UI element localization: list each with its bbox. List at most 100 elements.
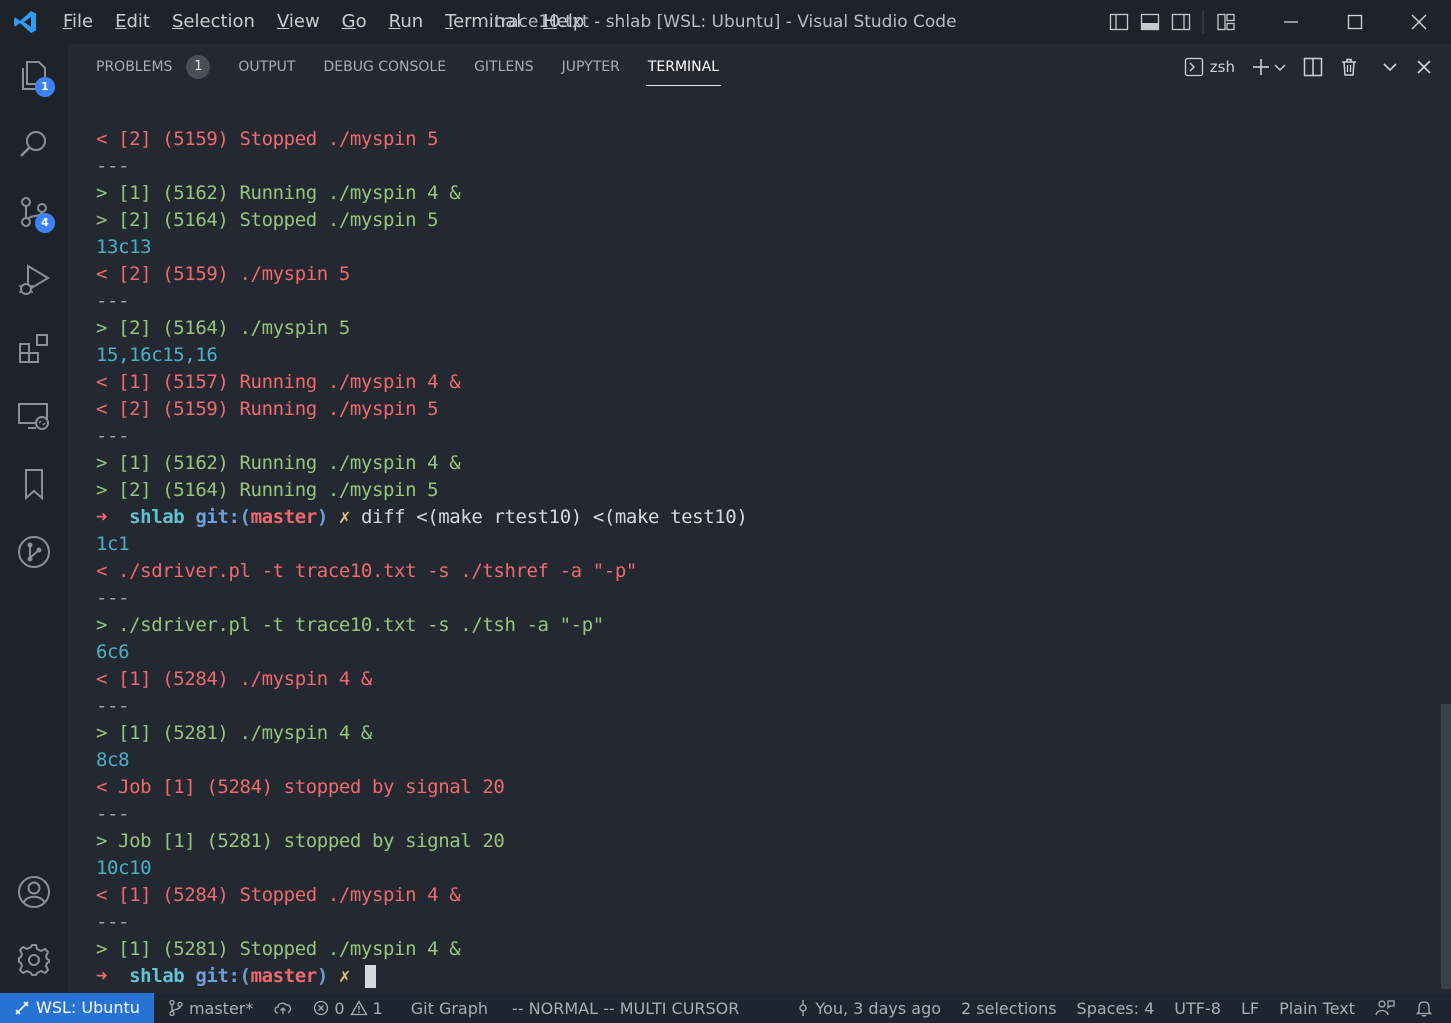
terminal-line: > [1] (5162) Running ./myspin 4 & (96, 180, 1426, 207)
terminal-line: --- (96, 693, 1426, 720)
tab-terminal[interactable]: TERMINAL (645, 44, 722, 90)
feedback-button[interactable] (1365, 999, 1405, 1017)
run-debug-icon[interactable] (0, 248, 68, 312)
customize-layout-icon[interactable] (1210, 0, 1241, 44)
blame-label: You, 3 days ago (815, 998, 942, 1018)
terminal-line-text: 1c1 (96, 533, 130, 555)
minimize-button[interactable] (1259, 0, 1323, 44)
trash-icon (1342, 58, 1356, 76)
shell-label: zsh (1209, 58, 1235, 76)
terminal-line-text: --- (96, 587, 130, 609)
indentation-indicator[interactable]: Spaces: 4 (1067, 999, 1165, 1018)
tab-debug-console[interactable]: DEBUG CONSOLE (323, 44, 446, 90)
git-graph-icon[interactable] (0, 520, 68, 584)
terminal-line: 1c1 (96, 531, 1426, 558)
terminal-line-text: 8c8 (96, 749, 130, 771)
terminal-line: --- (96, 801, 1426, 828)
tab-problems[interactable]: PROBLEMS 1 (96, 44, 211, 90)
status-bar: WSL: Ubuntu master* 0 1 Git Graph -- NOR… (0, 993, 1451, 1023)
terminal-line-text: < Job [1] (5284) stopped by signal 20 (96, 776, 505, 798)
maximize-panel-button[interactable] (1373, 44, 1407, 90)
close-icon (1417, 60, 1431, 74)
explorer-icon[interactable]: 1 (0, 44, 68, 108)
terminal-line: --- (96, 585, 1426, 612)
maximize-button[interactable] (1323, 0, 1387, 44)
language-mode[interactable]: Plain Text (1269, 999, 1365, 1018)
terminal-line: > Job [1] (5281) stopped by signal 20 (96, 828, 1426, 855)
terminal-output[interactable]: < [2] (5159) Stopped ./myspin 5 --- > [1] … (96, 126, 1426, 992)
menu-item-edit[interactable]: Edit (104, 0, 161, 44)
source-control-icon[interactable]: 4 (0, 180, 68, 244)
terminal-prompt-line: ➜ shlab git:(master) ✗ diff <(make rtest… (96, 504, 1426, 531)
eol-indicator[interactable]: LF (1231, 999, 1269, 1018)
terminal-line: > [2] (5164) Running ./myspin 5 (96, 477, 1426, 504)
window-controls (1103, 0, 1451, 44)
settings-gear-icon[interactable] (0, 928, 68, 992)
branch-indicator[interactable]: master* (158, 999, 263, 1018)
branch-label: master* (188, 998, 254, 1018)
prompt-git-close: ) (316, 506, 328, 528)
kill-terminal-button[interactable] (1331, 44, 1367, 90)
toggle-panel-icon[interactable] (1134, 0, 1165, 44)
tab-jupyter[interactable]: JUPYTER (562, 44, 620, 90)
terminal-cursor (365, 965, 376, 988)
title-bar: File Edit Selection View Go Run Terminal Help t… (0, 0, 1451, 44)
menu-item-go[interactable]: Go (331, 0, 378, 44)
terminal-line-text: 13c13 (96, 236, 152, 258)
terminal-line-text: --- (96, 911, 130, 933)
bell-icon (1415, 1001, 1433, 1017)
terminal-line: > [2] (5164) Stopped ./myspin 5 (96, 207, 1426, 234)
terminal-line: 13c13 (96, 234, 1426, 261)
notifications-button[interactable] (1405, 999, 1443, 1017)
toggle-secondary-sidebar-icon[interactable] (1165, 0, 1196, 44)
search-icon[interactable] (0, 112, 68, 176)
menu-item-selection[interactable]: Selection (161, 0, 266, 44)
extensions-icon[interactable] (0, 316, 68, 380)
terminal-line: 10c10 (96, 855, 1426, 882)
encoding-indicator[interactable]: UTF-8 (1164, 999, 1231, 1018)
tab-gitlens[interactable]: GITLENS (474, 44, 534, 90)
git-graph-status[interactable]: Git Graph (401, 999, 498, 1018)
toggle-primary-sidebar-icon[interactable] (1103, 0, 1134, 44)
menu-item-run[interactable]: Run (378, 0, 435, 44)
prompt-dirty-mark: ✗ (338, 965, 350, 987)
branch-icon (169, 999, 183, 1017)
panel-actions: zsh (1176, 44, 1441, 90)
terminal-shell-selector[interactable]: zsh (1176, 44, 1243, 90)
vim-mode: -- NORMAL -- MULTI CURSOR (512, 998, 740, 1018)
title-divider (1196, 0, 1210, 44)
sync-button[interactable] (263, 1000, 303, 1016)
terminal-line: < [2] (5159) Running ./myspin 5 (96, 396, 1426, 423)
menu-item-help[interactable]: Help (532, 0, 595, 44)
warning-icon (349, 1000, 368, 1016)
menu-item-terminal[interactable]: Terminal (434, 0, 532, 44)
split-terminal-button[interactable] (1295, 44, 1331, 90)
selections-indicator[interactable]: 2 selections (951, 999, 1067, 1018)
terminal-line: < [2] (5159) Stopped ./myspin 5 (96, 126, 1426, 153)
menu-item-view[interactable]: View (266, 0, 331, 44)
close-window-button[interactable] (1387, 0, 1451, 44)
problems-indicator[interactable]: 0 1 (303, 999, 392, 1018)
remote-icon (15, 1001, 29, 1015)
remote-explorer-icon[interactable] (0, 384, 68, 448)
new-terminal-button[interactable] (1243, 44, 1295, 90)
bookmarks-icon[interactable] (0, 452, 68, 516)
prompt-directory: shlab (129, 965, 185, 987)
git-blame[interactable]: You, 3 days ago (786, 999, 951, 1018)
remote-indicator[interactable]: WSL: Ubuntu (0, 993, 154, 1023)
accounts-icon[interactable] (0, 860, 68, 924)
terminal-line: 15,16c15,16 (96, 342, 1426, 369)
close-panel-button[interactable] (1407, 44, 1441, 90)
cloud-upload-icon (274, 1002, 292, 1014)
prompt-git-label: git:( (195, 506, 251, 528)
prompt-arrow: ➜ (96, 506, 108, 528)
terminal-line-text: < [2] (5159) Stopped ./myspin 5 (96, 128, 439, 150)
problems-count-badge: 1 (186, 55, 211, 79)
terminal-line-text: > [1] (5281) Stopped ./myspin 4 & (96, 938, 461, 960)
terminal-line-text: --- (96, 695, 130, 717)
tab-output[interactable]: OUTPUT (238, 44, 295, 90)
menu-item-file[interactable]: File (52, 0, 104, 44)
terminal-scrollbar[interactable] (1441, 704, 1451, 989)
terminal-line-text: 10c10 (96, 857, 152, 879)
terminal-line: --- (96, 423, 1426, 450)
